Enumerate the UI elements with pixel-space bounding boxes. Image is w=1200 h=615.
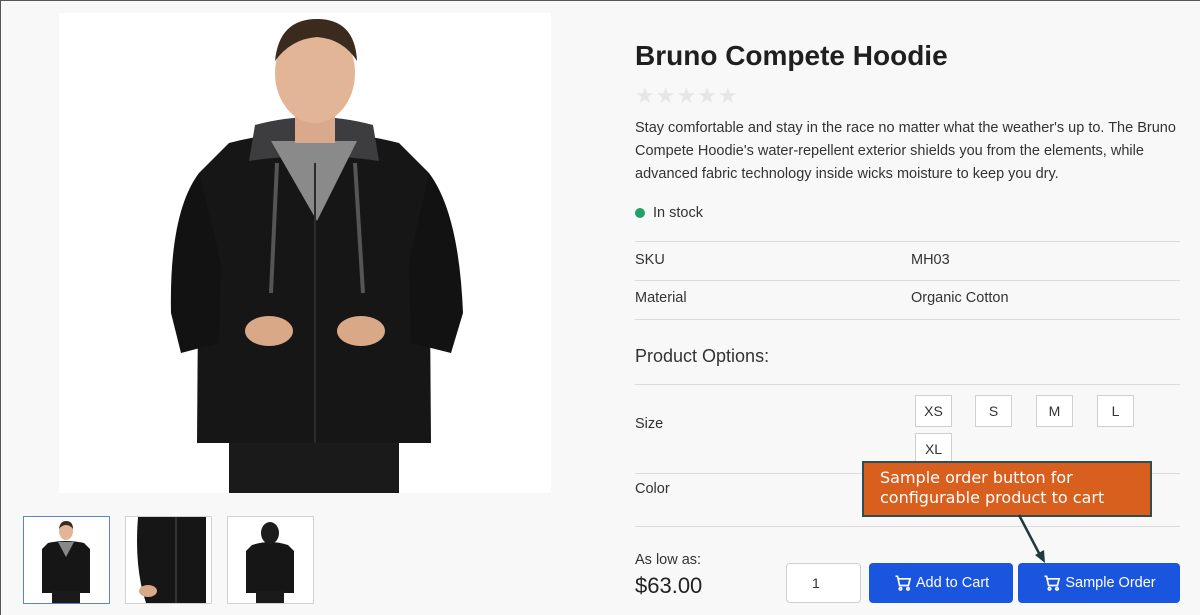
- product-price: $63.00: [635, 573, 703, 598]
- thumbnail-strip: [23, 516, 314, 604]
- callout-line-1: Sample order button for: [880, 468, 1073, 487]
- quantity-input[interactable]: [786, 563, 861, 603]
- attribute-value-material: Organic Cotton: [911, 290, 1009, 306]
- sample-order-button[interactable]: Sample Order: [1018, 563, 1180, 603]
- divider: [635, 526, 1180, 527]
- size-option-s[interactable]: S: [975, 395, 1012, 427]
- size-label: Size: [635, 416, 664, 432]
- attribute-label-sku: SKU: [635, 252, 665, 268]
- stock-status-text: In stock: [653, 205, 703, 221]
- price-label: As low as:: [635, 552, 702, 568]
- thumbnail-back-image: [228, 517, 313, 603]
- divider: [635, 241, 1180, 242]
- thumbnail-front[interactable]: [23, 516, 110, 604]
- color-label: Color: [635, 481, 670, 497]
- size-option-m[interactable]: M: [1036, 395, 1073, 427]
- product-options-title: Product Options:: [635, 346, 770, 366]
- cart-icon: [895, 575, 911, 591]
- divider: [635, 384, 1180, 385]
- callout-arrow-icon: [1017, 514, 1045, 563]
- add-to-cart-label: Add to Cart: [915, 575, 990, 591]
- product-description: Stay comfortable and stay in the race no…: [635, 120, 1176, 182]
- divider: [635, 280, 1180, 281]
- rating-stars[interactable]: ★★★★★: [635, 83, 739, 109]
- annotation-callout: Sample order button for configurable pro…: [862, 461, 1152, 517]
- attribute-value-sku: MH03: [911, 252, 950, 268]
- attribute-label-material: Material: [635, 290, 687, 306]
- add-to-cart-button[interactable]: Add to Cart: [869, 563, 1013, 603]
- divider: [635, 319, 1180, 320]
- callout-line-2: configurable product to cart: [880, 488, 1105, 507]
- thumbnail-back[interactable]: [227, 516, 314, 604]
- product-main-image[interactable]: [59, 13, 551, 493]
- size-option-l[interactable]: L: [1097, 395, 1134, 427]
- hoodie-model-image: [59, 13, 551, 493]
- thumbnail-detail-image: [126, 517, 211, 603]
- stock-status: In stock: [635, 205, 703, 221]
- thumbnail-detail[interactable]: [125, 516, 212, 604]
- cart-icon: [1044, 575, 1061, 591]
- sample-order-label: Sample Order: [1065, 575, 1156, 591]
- in-stock-dot-icon: [635, 208, 645, 218]
- product-title: Bruno Compete Hoodie: [635, 40, 948, 71]
- size-option-xs[interactable]: XS: [915, 395, 952, 427]
- thumbnail-front-image: [24, 517, 109, 603]
